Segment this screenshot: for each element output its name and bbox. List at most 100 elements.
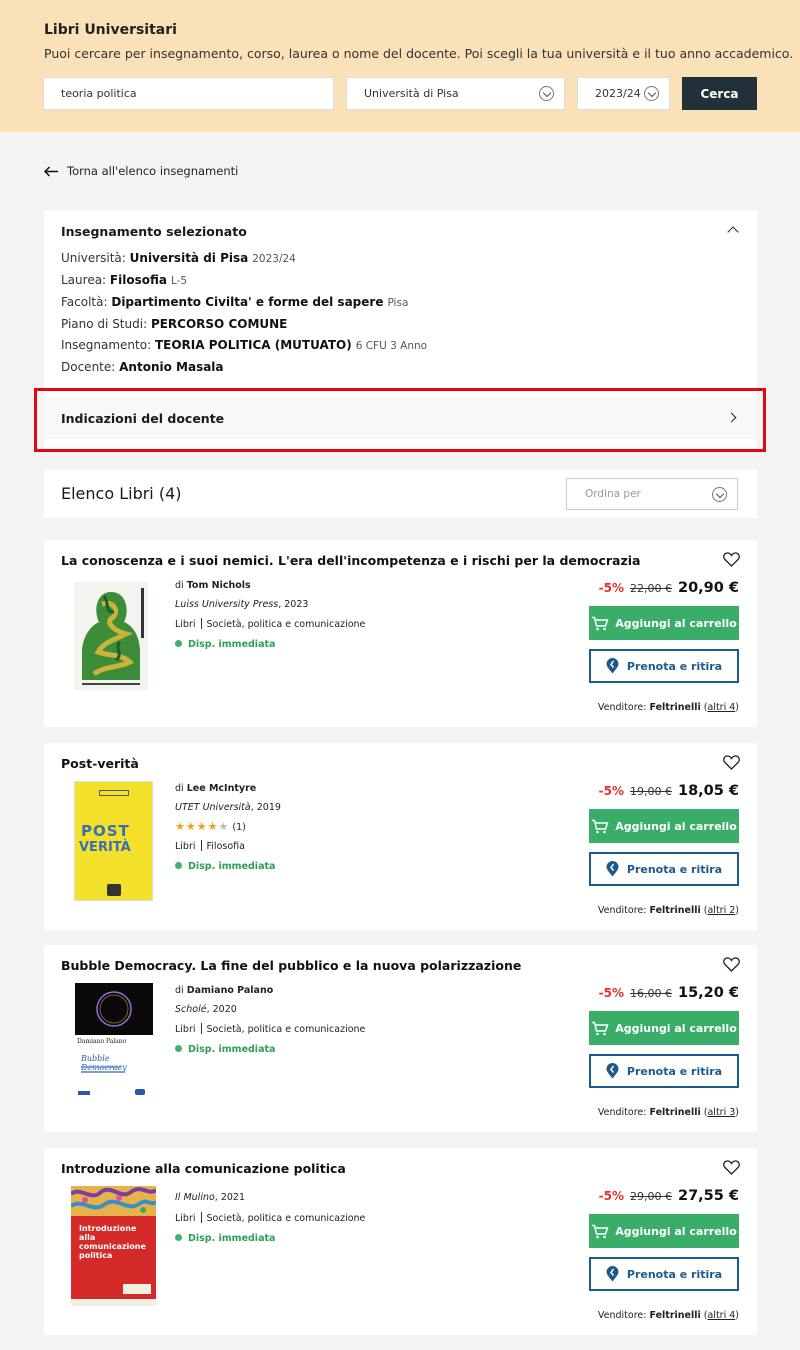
- book-publisher: UTET Università, 2019: [175, 802, 281, 813]
- reserve-label: Prenota e ritira: [626, 659, 723, 673]
- store-pin-icon: [606, 1063, 619, 1079]
- cover-label-box: [99, 790, 129, 796]
- reserve-button[interactable]: Prenota e ritira: [589, 649, 739, 683]
- add-to-cart-button[interactable]: Aggiungi al carrello: [589, 1214, 739, 1248]
- publisher-name[interactable]: Luiss University Press: [175, 599, 278, 610]
- book-title[interactable]: Introduzione alla comunicazione politica: [61, 1161, 346, 1176]
- add-to-cart-button[interactable]: Aggiungi al carrello: [589, 1011, 739, 1045]
- store-pin-icon: [606, 861, 619, 877]
- back-link[interactable]: Torna all'elenco insegnamenti: [44, 164, 238, 178]
- author-name[interactable]: Damiano Palano: [187, 985, 274, 996]
- book-cover-image[interactable]: Introduzione alla comunicazione politica: [71, 1186, 156, 1306]
- reserve-button[interactable]: Prenota e ritira: [589, 852, 739, 886]
- price-row: -5% 29,00 € 27,55 €: [599, 1188, 739, 1204]
- university-value: Università di Pisa: [364, 87, 459, 100]
- discount-badge: -5%: [598, 784, 624, 798]
- arrow-left-icon: [44, 165, 58, 177]
- publisher-name[interactable]: Scholé: [175, 1004, 207, 1015]
- info-label: Insegnamento:: [61, 338, 152, 352]
- vendor-info: Venditore: Feltrinelli (altri 2): [597, 905, 739, 916]
- info-extra: 2023/24: [252, 253, 296, 265]
- publish-year: , 2021: [214, 1192, 246, 1203]
- heart-icon[interactable]: [723, 552, 740, 567]
- info-label: Laurea:: [61, 273, 107, 287]
- other-vendors-link[interactable]: altri 3: [707, 1107, 735, 1118]
- info-value: Dipartimento Civilta' e forme del sapere: [111, 295, 384, 309]
- info-university: Università: Università di Pisa 2023/24: [61, 251, 296, 265]
- current-price: 18,05 €: [677, 783, 739, 799]
- book-category: Libri Società, politica e comunicazione: [175, 1023, 365, 1035]
- book-cover-image[interactable]: Damiano Palano Bubble Democracy: [75, 983, 153, 1103]
- author-name[interactable]: Lee McIntyre: [187, 783, 257, 794]
- year-select[interactable]: 2023/24: [577, 77, 670, 110]
- book-category: Libri Società, politica e comunicazione: [175, 1212, 365, 1224]
- info-extra: 6 CFU 3 Anno: [355, 340, 428, 352]
- back-link-label: Torna all'elenco insegnamenti: [67, 164, 239, 178]
- publisher-strip: [71, 1299, 156, 1306]
- vendor-name: Feltrinelli: [649, 1107, 701, 1118]
- cover-author: Damiano Palano: [77, 1038, 127, 1045]
- add-to-cart-button[interactable]: Aggiungi al carrello: [589, 809, 739, 843]
- publisher-logo: [78, 1091, 90, 1095]
- sort-select[interactable]: Ordina per: [566, 478, 738, 510]
- old-price: 22,00 €: [629, 582, 672, 595]
- discount-badge: -5%: [598, 1189, 624, 1203]
- cover-text: POST: [81, 822, 130, 840]
- cart-icon: [592, 819, 609, 833]
- book-card: Bubble Democracy. La fine del pubblico e…: [44, 945, 757, 1132]
- availability-status: Disp. immediata: [175, 1044, 275, 1055]
- heart-icon[interactable]: [723, 957, 740, 972]
- chevron-down-icon: [539, 86, 554, 101]
- book-rating[interactable]: ★★★★★ (1): [175, 820, 246, 833]
- other-vendors-link[interactable]: altri 2: [707, 905, 735, 916]
- author-name[interactable]: Tom Nichols: [187, 580, 251, 591]
- book-card: Post-verità POST VERITÀ di Lee McIntyre …: [44, 743, 757, 930]
- publish-year: , 2019: [250, 802, 281, 813]
- add-to-cart-label: Aggiungi al carrello: [615, 1224, 737, 1238]
- heart-icon[interactable]: [723, 1160, 740, 1175]
- search-button[interactable]: Cerca: [682, 77, 757, 110]
- collapse-icon[interactable]: [727, 226, 739, 238]
- price-row: -5% 22,00 € 20,90 €: [599, 580, 739, 596]
- cart-icon: [592, 616, 609, 630]
- book-type: Libri: [175, 619, 196, 630]
- book-title[interactable]: La conoscenza e i suoi nemici. L'era del…: [61, 553, 640, 568]
- info-value: Antonio Masala: [119, 360, 224, 374]
- reserve-label: Prenota e ritira: [626, 1267, 723, 1281]
- university-select[interactable]: Università di Pisa: [346, 77, 565, 110]
- add-to-cart-button[interactable]: Aggiungi al carrello: [589, 606, 739, 640]
- book-cover-image[interactable]: POST VERITÀ: [74, 781, 153, 901]
- heart-icon[interactable]: [723, 755, 740, 770]
- book-title[interactable]: Bubble Democracy. La fine del pubblico e…: [61, 958, 521, 973]
- rating-stars: ★★★★★: [175, 820, 230, 833]
- vendor-info: Venditore: Feltrinelli (altri 4): [597, 1310, 739, 1321]
- vendor-info: Venditore: Feltrinelli (altri 4): [597, 702, 739, 713]
- cart-icon: [592, 1224, 609, 1238]
- old-price: 29,00 €: [629, 1190, 672, 1203]
- author-prefix: di: [175, 985, 184, 996]
- reserve-button[interactable]: Prenota e ritira: [589, 1257, 739, 1291]
- vendor-name: Feltrinelli: [649, 905, 701, 916]
- rating-count: (1): [232, 822, 246, 833]
- publisher-name[interactable]: UTET Università: [175, 802, 251, 813]
- info-extra: Pisa: [387, 297, 409, 309]
- publisher-name[interactable]: Il Mulino: [175, 1192, 215, 1203]
- old-price: 16,00 €: [629, 987, 672, 1000]
- other-vendors-link[interactable]: altri 4: [707, 702, 735, 713]
- discount-badge: -5%: [598, 581, 624, 595]
- info-value: Università di Pisa: [129, 251, 249, 265]
- book-type: Libri: [175, 841, 196, 852]
- highlight-box: [34, 388, 766, 452]
- book-cover-image[interactable]: [74, 582, 148, 690]
- sort-placeholder: Ordina per: [585, 488, 641, 500]
- chevron-down-icon: [644, 86, 659, 101]
- availability-status: Disp. immediata: [175, 861, 275, 872]
- publisher-logo: [107, 884, 121, 896]
- other-vendors-link[interactable]: altri 4: [707, 1310, 735, 1321]
- cover-title: Introduzione alla comunicazione politica: [79, 1224, 146, 1260]
- author-prefix: di: [175, 580, 184, 591]
- reserve-button[interactable]: Prenota e ritira: [589, 1054, 739, 1088]
- search-input[interactable]: teoria politica: [43, 77, 334, 110]
- book-title[interactable]: Post-verità: [61, 756, 139, 771]
- info-value: TEORIA POLITICA (MUTUATO): [154, 338, 352, 352]
